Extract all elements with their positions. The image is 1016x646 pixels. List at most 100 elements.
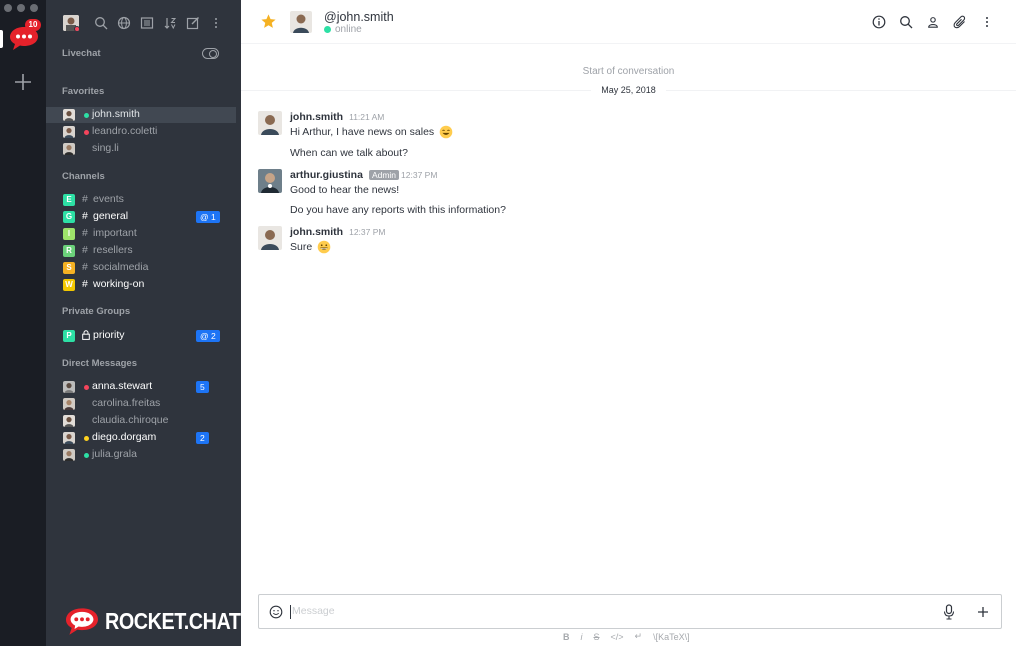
room-menu-button[interactable] — [979, 13, 994, 30]
microphone-icon[interactable] — [942, 604, 956, 620]
globe-icon — [117, 16, 131, 30]
sidebar-item-label: carolina.freitas — [92, 397, 161, 409]
status-dot — [84, 130, 89, 135]
list-view-icon — [140, 17, 154, 29]
bold-format-button[interactable]: B — [563, 632, 570, 642]
room-letter-avatar: G — [63, 211, 75, 223]
app-window: 10 Livechat Favorites john.smith leandro… — [0, 0, 1016, 646]
multiline-format-button[interactable]: ↵ — [635, 631, 643, 642]
message-username[interactable]: arthur.giustina Admin 12:37 PM — [290, 169, 437, 181]
sidebar-item-sing-li[interactable]: sing.li — [46, 141, 236, 157]
paperclip-icon — [953, 15, 965, 28]
code-format-button[interactable]: </> — [611, 632, 624, 642]
strike-format-button[interactable]: S — [594, 632, 600, 642]
message-username[interactable]: john.smith 11:21 AM — [290, 111, 384, 123]
sidebar-item-label: diego.dorgam — [92, 431, 157, 443]
room-letter-avatar: I — [63, 228, 75, 240]
edit-icon — [186, 17, 199, 30]
close-window-button[interactable] — [4, 4, 12, 12]
mention-badge: @ 2 — [196, 330, 220, 342]
favorite-star-icon[interactable] — [260, 13, 277, 30]
sidebar-item-resellers[interactable]: R # resellers — [46, 243, 236, 259]
logo-text: ROCKET.CHAT — [105, 607, 241, 634]
livechat-toggle[interactable] — [202, 48, 219, 59]
avatar — [63, 432, 75, 444]
sidebar-toolbar — [46, 12, 241, 34]
message-username[interactable]: john.smith 12:37 PM — [290, 226, 385, 238]
smile-emoji-icon — [439, 125, 453, 139]
online-status-dot — [324, 26, 331, 33]
main-panel: @john.smith online Start of conversation… — [241, 0, 1016, 646]
search-button[interactable] — [93, 14, 109, 32]
date-label: May 25, 2018 — [591, 85, 666, 95]
server-rail: 10 — [0, 0, 46, 646]
message-avatar[interactable] — [258, 111, 282, 135]
status-dot — [84, 113, 89, 118]
sidebar-item-leandro-coletti[interactable]: leandro.coletti — [46, 124, 236, 140]
italic-format-button[interactable]: i — [581, 632, 583, 642]
sidebar-item-carolina-freitas[interactable]: carolina.freitas — [46, 396, 236, 412]
katex-format-button[interactable]: \[KaTeX\] — [653, 632, 690, 642]
username-text[interactable]: john.smith — [290, 111, 343, 123]
sidebar-menu-button[interactable] — [208, 14, 224, 32]
sidebar-item-julia-grala[interactable]: julia.grala — [46, 447, 236, 463]
sidebar-item-working-on[interactable]: W # working-on — [46, 277, 236, 293]
sort-button[interactable] — [162, 14, 178, 32]
search-messages-button[interactable] — [898, 13, 913, 30]
add-server-icon[interactable] — [13, 72, 33, 92]
room-status: online — [324, 24, 362, 35]
sidebar-item-anna-stewart[interactable]: anna.stewart 5 — [46, 379, 236, 395]
maximize-window-button[interactable] — [30, 4, 38, 12]
sidebar-item-john-smith[interactable]: john.smith — [46, 107, 236, 123]
message-input[interactable]: Message — [292, 605, 335, 617]
plus-icon[interactable] — [976, 604, 990, 620]
sidebar-item-label: john.smith — [92, 108, 140, 120]
admin-role-badge: Admin — [368, 170, 400, 180]
files-button[interactable] — [952, 13, 967, 30]
sidebar-item-events[interactable]: E # events — [46, 192, 236, 208]
user-avatar[interactable] — [63, 15, 79, 31]
room-info-button[interactable] — [871, 13, 886, 30]
minimize-window-button[interactable] — [17, 4, 25, 12]
search-icon — [899, 15, 912, 28]
status-dot — [84, 436, 89, 441]
user-info-button[interactable] — [925, 13, 940, 30]
sidebar-item-label: leandro.coletti — [92, 125, 158, 137]
sidebar-item-label: important — [93, 227, 137, 239]
sidebar-item-priority[interactable]: Ppriority @ 2 — [46, 328, 236, 344]
channels-heading: Channels — [62, 171, 105, 182]
message-avatar[interactable] — [258, 226, 282, 250]
formatting-toolbar: B i S </> ↵ \[KaTeX\] — [563, 631, 690, 642]
view-mode-button[interactable] — [139, 14, 155, 32]
message-text: Hi Arthur, I have news on sales — [290, 126, 435, 138]
kebab-menu-icon — [215, 18, 217, 28]
sort-icon — [164, 18, 177, 30]
sidebar-item-diego-dorgam[interactable]: diego.dorgam 2 — [46, 430, 236, 446]
status-dot — [84, 453, 89, 458]
emoji-picker-icon[interactable] — [269, 605, 283, 619]
message-time: 12:37 PM — [349, 227, 386, 237]
sidebar-item-label: claudia.chiroque — [92, 414, 169, 426]
sidebar-item-general[interactable]: G # general @ 1 — [46, 209, 236, 225]
username-text[interactable]: john.smith — [290, 226, 343, 238]
sidebar-item-label: resellers — [93, 244, 133, 256]
hashtag-icon: # — [82, 227, 88, 239]
start-of-conversation: Start of conversation — [582, 66, 675, 77]
directory-button[interactable] — [116, 14, 132, 32]
hashtag-icon: # — [82, 261, 88, 273]
sidebar-item-socialmedia[interactable]: S # socialmedia — [46, 260, 236, 276]
sidebar-item-important[interactable]: I # important — [46, 226, 236, 242]
message-text: When can we talk about? — [290, 147, 408, 159]
hashtag-icon: # — [82, 193, 88, 205]
create-new-button[interactable] — [185, 14, 201, 32]
sidebar-item-claudia-chiroque[interactable]: claudia.chiroque — [46, 413, 236, 429]
avatar — [63, 126, 75, 138]
username-text[interactable]: arthur.giustina — [290, 169, 363, 181]
message-time: 11:21 AM — [349, 112, 385, 122]
message-avatar[interactable] — [258, 169, 282, 193]
message-time: 12:37 PM — [401, 170, 438, 180]
message-body: Sure — [290, 240, 331, 254]
room-letter-avatar: S — [63, 262, 75, 274]
avatar — [63, 449, 75, 461]
message-body: Do you have any reports with this inform… — [290, 204, 506, 216]
